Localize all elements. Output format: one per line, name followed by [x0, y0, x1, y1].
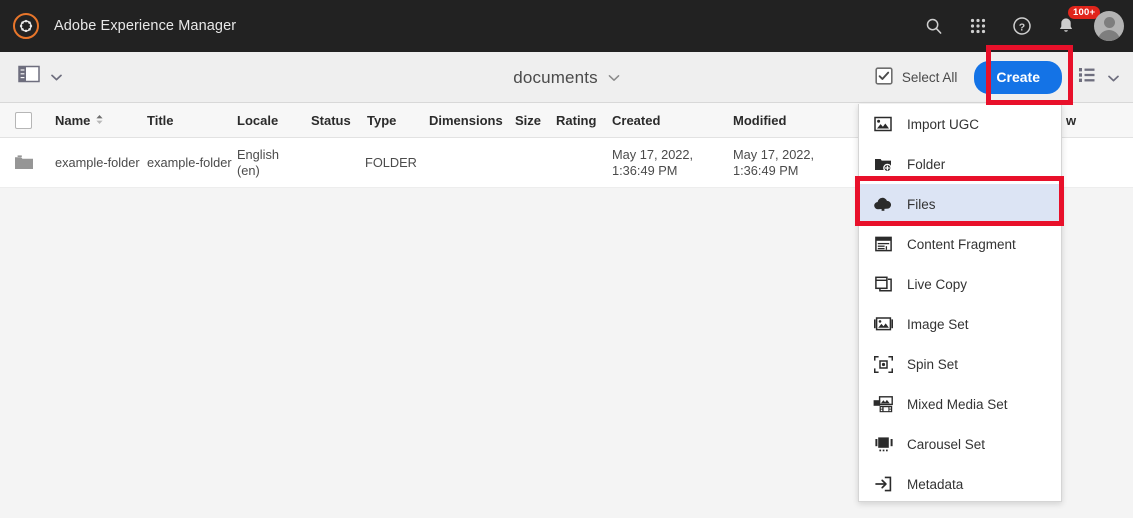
- column-header-locale[interactable]: Locale: [237, 103, 278, 138]
- import-ugc-icon: [873, 116, 893, 132]
- content-fragment-icon: [873, 236, 893, 252]
- column-label: Name: [55, 113, 91, 128]
- chevron-down-icon: [51, 68, 62, 86]
- column-header-type[interactable]: Type: [367, 103, 396, 138]
- menu-item-label: Mixed Media Set: [907, 396, 1008, 412]
- content-toolbar: documents Select All Create: [0, 52, 1133, 103]
- chevron-down-icon: [1108, 69, 1119, 87]
- select-all-label: Select All: [901, 70, 958, 85]
- checkbox-checked-icon: [875, 67, 893, 88]
- help-icon[interactable]: ?: [1000, 0, 1044, 52]
- cell-modified: May 17, 2022, 1:36:49 PM: [733, 147, 815, 178]
- sort-icon: [95, 113, 104, 128]
- bell-icon[interactable]: 100+: [1044, 0, 1101, 52]
- column-header-status[interactable]: Status: [311, 103, 351, 138]
- global-header: Adobe Experience Manager ? 100+: [0, 0, 1133, 52]
- menu-item-label: Spin Set: [907, 356, 959, 372]
- rail-toggle-icon: [18, 65, 40, 88]
- carousel-set-icon: [873, 436, 893, 452]
- cell-locale: English (en): [237, 147, 279, 178]
- global-header-actions: ? 100+: [912, 0, 1133, 52]
- column-header-title[interactable]: Title: [147, 103, 174, 138]
- menu-item-metadata[interactable]: Metadata: [859, 464, 1061, 504]
- column-header-rating[interactable]: Rating: [556, 103, 596, 138]
- menu-item-content-fragment[interactable]: Content Fragment: [859, 224, 1061, 264]
- live-copy-icon: [873, 276, 893, 292]
- search-icon[interactable]: [912, 0, 956, 52]
- mixed-media-set-icon: [873, 395, 893, 413]
- cell-title: example-folder: [147, 155, 232, 170]
- apps-grid-icon[interactable]: [956, 0, 1000, 52]
- cloud-upload-icon: [873, 196, 893, 212]
- menu-item-files[interactable]: Files: [859, 184, 1061, 224]
- column-header-created[interactable]: Created: [612, 103, 660, 138]
- select-all-checkbox[interactable]: [15, 112, 32, 129]
- menu-item-label: Files: [907, 196, 936, 212]
- menu-item-folder[interactable]: Folder: [859, 144, 1061, 184]
- menu-item-import-ugc[interactable]: Import UGC: [859, 104, 1061, 144]
- menu-item-mixed-media-set[interactable]: Mixed Media Set: [859, 384, 1061, 424]
- select-all-button[interactable]: Select All: [875, 67, 958, 88]
- menu-item-live-copy[interactable]: Live Copy: [859, 264, 1061, 304]
- column-header-size[interactable]: Size: [515, 103, 541, 138]
- menu-item-label: Carousel Set: [907, 436, 986, 452]
- page-title: documents: [513, 67, 598, 87]
- metadata-icon: [873, 476, 893, 492]
- menu-item-label: Folder: [907, 156, 946, 172]
- avatar-body: [1098, 30, 1120, 41]
- brand[interactable]: Adobe Experience Manager: [0, 13, 236, 39]
- list-view-icon: [1079, 67, 1098, 88]
- cell-created: May 17, 2022, 1:36:49 PM: [612, 147, 694, 178]
- view-switcher[interactable]: [1079, 67, 1119, 88]
- create-button[interactable]: Create: [974, 61, 1062, 94]
- column-header-modified[interactable]: Modified: [733, 103, 786, 138]
- svg-text:?: ?: [1019, 21, 1025, 33]
- brand-title: Adobe Experience Manager: [54, 18, 237, 34]
- column-header-dimensions[interactable]: Dimensions: [429, 103, 503, 138]
- toolbar-actions: Select All Create: [875, 52, 1133, 103]
- avatar[interactable]: [1094, 11, 1124, 41]
- spin-set-icon: [873, 355, 893, 373]
- folder-icon: [14, 154, 34, 176]
- cell-type: FOLDER: [365, 155, 417, 170]
- chevron-down-icon[interactable]: [608, 69, 620, 87]
- cell-name: example-folder: [55, 155, 140, 170]
- menu-item-label: Live Copy: [907, 276, 968, 292]
- menu-item-carousel-set[interactable]: Carousel Set: [859, 424, 1061, 464]
- image-set-icon: [873, 316, 893, 332]
- menu-item-label: Import UGC: [907, 116, 980, 132]
- column-header-name[interactable]: Name: [55, 103, 104, 138]
- menu-item-label: Metadata: [907, 476, 964, 492]
- folder-add-icon: [873, 156, 893, 172]
- column-header-review[interactable]: w: [1066, 103, 1076, 138]
- aem-gear-logo-icon: [13, 13, 39, 39]
- rail-toggle-button[interactable]: [18, 65, 62, 88]
- menu-item-label: Image Set: [907, 316, 969, 332]
- menu-item-image-set[interactable]: Image Set: [859, 304, 1061, 344]
- menu-item-spin-set[interactable]: Spin Set: [859, 344, 1061, 384]
- menu-item-label: Content Fragment: [907, 236, 1016, 252]
- avatar-head: [1103, 17, 1115, 28]
- create-dropdown-menu: Import UGC Folder Files Content Fragment…: [858, 104, 1062, 502]
